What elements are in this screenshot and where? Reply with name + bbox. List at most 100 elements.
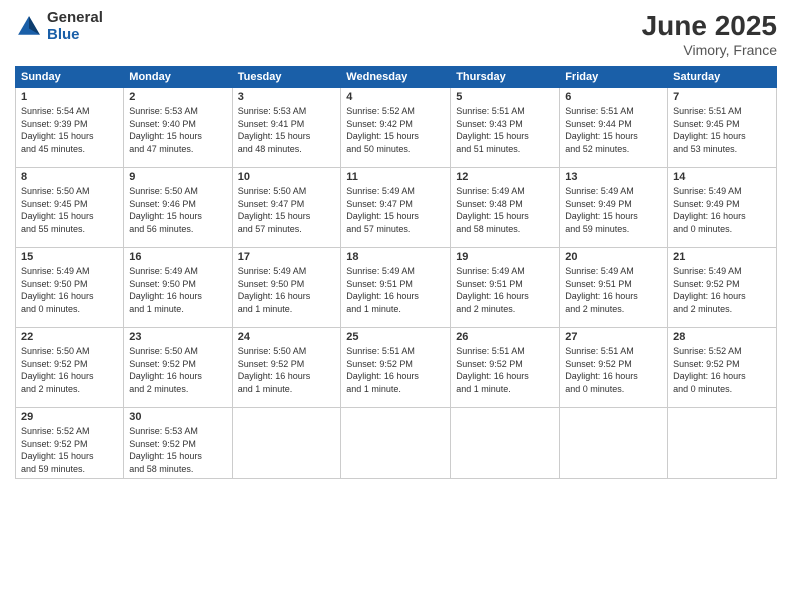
day-number-11: 11 xyxy=(346,171,445,183)
table-row: 18 Sunrise: 5:49 AM Sunset: 9:51 PM Dayli… xyxy=(341,248,451,328)
table-row xyxy=(232,408,341,479)
table-row: 9Sunrise: 5:50 AM Sunset: 9:46 PM Daylig… xyxy=(124,168,232,248)
day-info-14: Sunrise: 5:49 AM Sunset: 9:49 PM Dayligh… xyxy=(673,185,771,235)
calendar-week-2: 8Sunrise: 5:50 AM Sunset: 9:45 PM Daylig… xyxy=(16,168,777,248)
table-row: 14Sunrise: 5:49 AM Sunset: 9:49 PM Dayli… xyxy=(668,168,777,248)
day-info-1: Sunrise: 5:54 AM Sunset: 9:39 PM Dayligh… xyxy=(21,105,118,155)
table-row: 30 Sunrise: 5:53 AM Sunset: 9:52 PM Dayli… xyxy=(124,408,232,479)
day-number-26: 26 xyxy=(456,331,554,343)
table-row: 2 Sunrise: 5:53 AM Sunset: 9:40 PM Daylig… xyxy=(124,88,232,168)
day-info-11: Sunrise: 5:49 AM Sunset: 9:47 PM Dayligh… xyxy=(346,185,445,235)
day-number-9: 9 xyxy=(129,171,226,183)
month-title: June 2025 xyxy=(642,10,777,42)
day-number-5: 5 xyxy=(456,91,554,103)
day-number-29: 29 xyxy=(21,411,118,423)
day-number-7: 7 xyxy=(673,91,771,103)
day-number-24: 24 xyxy=(238,331,336,343)
table-row xyxy=(341,408,451,479)
day-info-2: Sunrise: 5:53 AM Sunset: 9:40 PM Dayligh… xyxy=(129,105,226,155)
table-row xyxy=(560,408,668,479)
day-number-8: 8 xyxy=(21,171,118,183)
header-wednesday: Wednesday xyxy=(341,67,451,88)
day-number-28: 28 xyxy=(673,331,771,343)
table-row: 3 Sunrise: 5:53 AM Sunset: 9:41 PM Daylig… xyxy=(232,88,341,168)
day-info-25: Sunrise: 5:51 AM Sunset: 9:52 PM Dayligh… xyxy=(346,345,445,395)
table-row: 28 Sunrise: 5:52 AM Sunset: 9:52 PM Dayli… xyxy=(668,328,777,408)
table-row: 26 Sunrise: 5:51 AM Sunset: 9:52 PM Dayli… xyxy=(451,328,560,408)
header-monday: Monday xyxy=(124,67,232,88)
day-number-13: 13 xyxy=(565,171,662,183)
table-row: 15 Sunrise: 5:49 AM Sunset: 9:50 PM Dayli… xyxy=(16,248,124,328)
day-info-4: Sunrise: 5:52 AM Sunset: 9:42 PM Dayligh… xyxy=(346,105,445,155)
day-info-21: Sunrise: 5:49 AM Sunset: 9:52 PM Dayligh… xyxy=(673,265,771,315)
table-row: 5 Sunrise: 5:51 AM Sunset: 9:43 PM Daylig… xyxy=(451,88,560,168)
day-info-17: Sunrise: 5:49 AM Sunset: 9:50 PM Dayligh… xyxy=(238,265,336,315)
day-number-30: 30 xyxy=(129,411,226,423)
day-number-27: 27 xyxy=(565,331,662,343)
day-info-23: Sunrise: 5:50 AM Sunset: 9:52 PM Dayligh… xyxy=(129,345,226,395)
calendar-table: Sunday Monday Tuesday Wednesday Thursday… xyxy=(15,66,777,479)
day-number-18: 18 xyxy=(346,251,445,263)
day-info-13: Sunrise: 5:49 AM Sunset: 9:49 PM Dayligh… xyxy=(565,185,662,235)
day-number-25: 25 xyxy=(346,331,445,343)
day-info-19: Sunrise: 5:49 AM Sunset: 9:51 PM Dayligh… xyxy=(456,265,554,315)
day-number-17: 17 xyxy=(238,251,336,263)
day-info-29: Sunrise: 5:52 AM Sunset: 9:52 PM Dayligh… xyxy=(21,425,118,475)
table-row: 13 Sunrise: 5:49 AM Sunset: 9:49 PM Dayli… xyxy=(560,168,668,248)
day-number-10: 10 xyxy=(238,171,336,183)
header-sunday: Sunday xyxy=(16,67,124,88)
calendar-week-5: 29 Sunrise: 5:52 AM Sunset: 9:52 PM Dayli… xyxy=(16,408,777,479)
day-info-3: Sunrise: 5:53 AM Sunset: 9:41 PM Dayligh… xyxy=(238,105,336,155)
header-friday: Friday xyxy=(560,67,668,88)
location: Vimory, France xyxy=(642,42,777,58)
day-number-2: 2 xyxy=(129,91,226,103)
table-row: 29 Sunrise: 5:52 AM Sunset: 9:52 PM Dayli… xyxy=(16,408,124,479)
day-info-7: Sunrise: 5:51 AM Sunset: 9:45 PM Dayligh… xyxy=(673,105,771,155)
day-info-5: Sunrise: 5:51 AM Sunset: 9:43 PM Dayligh… xyxy=(456,105,554,155)
day-number-4: 4 xyxy=(346,91,445,103)
table-row: 7 Sunrise: 5:51 AM Sunset: 9:45 PM Daylig… xyxy=(668,88,777,168)
table-row: 8Sunrise: 5:50 AM Sunset: 9:45 PM Daylig… xyxy=(16,168,124,248)
table-row xyxy=(668,408,777,479)
table-row: 4 Sunrise: 5:52 AM Sunset: 9:42 PM Daylig… xyxy=(341,88,451,168)
logo-general-text: General xyxy=(47,10,103,27)
day-number-19: 19 xyxy=(456,251,554,263)
table-row: 10Sunrise: 5:50 AM Sunset: 9:47 PM Dayli… xyxy=(232,168,341,248)
table-row: 23 Sunrise: 5:50 AM Sunset: 9:52 PM Dayli… xyxy=(124,328,232,408)
day-info-26: Sunrise: 5:51 AM Sunset: 9:52 PM Dayligh… xyxy=(456,345,554,395)
header-thursday: Thursday xyxy=(451,67,560,88)
logo-icon xyxy=(15,13,43,41)
day-number-6: 6 xyxy=(565,91,662,103)
day-number-21: 21 xyxy=(673,251,771,263)
day-info-22: Sunrise: 5:50 AM Sunset: 9:52 PM Dayligh… xyxy=(21,345,118,395)
day-number-23: 23 xyxy=(129,331,226,343)
table-row: 24 Sunrise: 5:50 AM Sunset: 9:52 PM Dayli… xyxy=(232,328,341,408)
day-info-28: Sunrise: 5:52 AM Sunset: 9:52 PM Dayligh… xyxy=(673,345,771,395)
table-row: 6 Sunrise: 5:51 AM Sunset: 9:44 PM Daylig… xyxy=(560,88,668,168)
day-info-30: Sunrise: 5:53 AM Sunset: 9:52 PM Dayligh… xyxy=(129,425,226,475)
calendar-header-row: Sunday Monday Tuesday Wednesday Thursday… xyxy=(16,67,777,88)
calendar-week-3: 15 Sunrise: 5:49 AM Sunset: 9:50 PM Dayli… xyxy=(16,248,777,328)
table-row: 11 Sunrise: 5:49 AM Sunset: 9:47 PM Dayli… xyxy=(341,168,451,248)
day-number-3: 3 xyxy=(238,91,336,103)
day-number-12: 12 xyxy=(456,171,554,183)
table-row: 27Sunrise: 5:51 AM Sunset: 9:52 PM Dayli… xyxy=(560,328,668,408)
day-number-15: 15 xyxy=(21,251,118,263)
table-row: 17 Sunrise: 5:49 AM Sunset: 9:50 PM Dayli… xyxy=(232,248,341,328)
title-block: June 2025 Vimory, France xyxy=(642,10,777,58)
day-info-6: Sunrise: 5:51 AM Sunset: 9:44 PM Dayligh… xyxy=(565,105,662,155)
logo: General Blue xyxy=(15,10,103,43)
table-row: 19 Sunrise: 5:49 AM Sunset: 9:51 PM Dayli… xyxy=(451,248,560,328)
table-row: 21 Sunrise: 5:49 AM Sunset: 9:52 PM Dayli… xyxy=(668,248,777,328)
day-info-24: Sunrise: 5:50 AM Sunset: 9:52 PM Dayligh… xyxy=(238,345,336,395)
day-info-15: Sunrise: 5:49 AM Sunset: 9:50 PM Dayligh… xyxy=(21,265,118,315)
day-info-16: Sunrise: 5:49 AM Sunset: 9:50 PM Dayligh… xyxy=(129,265,226,315)
day-number-1: 1 xyxy=(21,91,118,103)
table-row xyxy=(451,408,560,479)
day-info-18: Sunrise: 5:49 AM Sunset: 9:51 PM Dayligh… xyxy=(346,265,445,315)
calendar-week-1: 1 Sunrise: 5:54 AM Sunset: 9:39 PM Daylig… xyxy=(16,88,777,168)
page-header: General Blue June 2025 Vimory, France xyxy=(15,10,777,58)
day-info-12: Sunrise: 5:49 AM Sunset: 9:48 PM Dayligh… xyxy=(456,185,554,235)
day-info-20: Sunrise: 5:49 AM Sunset: 9:51 PM Dayligh… xyxy=(565,265,662,315)
table-row: 20Sunrise: 5:49 AM Sunset: 9:51 PM Dayli… xyxy=(560,248,668,328)
